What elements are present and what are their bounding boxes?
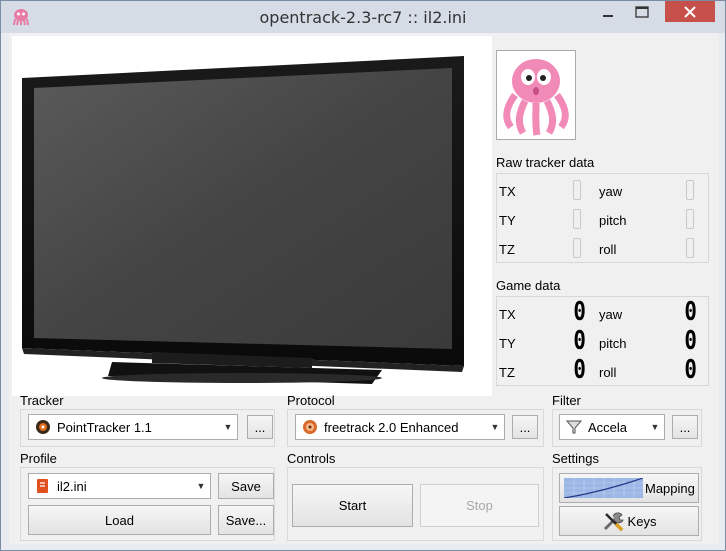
raw-tracker-data-label: Raw tracker data [496, 155, 595, 170]
title-bar: opentrack-2.3-rc7 :: il2.ini [1, 1, 725, 33]
tools-icon [602, 510, 626, 532]
raw-tz-display [573, 238, 581, 258]
raw-pitch-label: pitch [599, 213, 627, 228]
filter-selected: Accela [588, 419, 628, 435]
stop-button[interactable]: Stop [420, 484, 539, 527]
protocol-label: Protocol [287, 393, 335, 408]
save-button[interactable]: Save [218, 473, 274, 499]
game-ty-label: TY [499, 336, 516, 351]
raw-ty-label: TY [499, 213, 516, 228]
minimize-button[interactable] [593, 1, 623, 22]
octopus-logo [496, 50, 576, 140]
filter-select[interactable]: Accela ▼ [559, 414, 665, 440]
game-yaw-value: 0 [684, 297, 697, 327]
settings-label: Settings [552, 451, 599, 466]
raw-roll-display [686, 238, 694, 258]
main-client-area: Raw tracker data TX yaw TY pitch TZ roll… [9, 33, 719, 544]
tracker-label: Tracker [20, 393, 64, 408]
raw-ty-display [573, 209, 581, 229]
protocol-selected: freetrack 2.0 Enhanced [324, 419, 459, 435]
profile-label: Profile [20, 451, 57, 466]
raw-tz-label: TZ [499, 242, 515, 257]
protocol-select[interactable]: freetrack 2.0 Enhanced ▼ [295, 414, 505, 440]
tracker-select[interactable]: PointTracker 1.1 ▼ [28, 414, 238, 440]
game-tx-value: 0 [573, 297, 586, 327]
game-roll-value: 0 [684, 355, 697, 385]
chevron-down-icon: ▼ [196, 481, 206, 491]
game-ty-value: 0 [573, 326, 586, 356]
start-button[interactable]: Start [292, 484, 413, 527]
mapping-button-label: Mapping [645, 480, 695, 496]
funnel-icon [566, 419, 582, 435]
chevron-down-icon: ▼ [650, 422, 660, 432]
load-button[interactable]: Load [28, 505, 211, 535]
raw-tx-display [573, 180, 581, 200]
game-pitch-value: 0 [684, 326, 697, 356]
close-button[interactable] [665, 1, 715, 22]
raw-yaw-label: yaw [599, 184, 623, 199]
freetrack-icon [302, 419, 318, 435]
tracker-selected: PointTracker 1.1 [57, 419, 152, 435]
profile-select[interactable]: il2.ini ▼ [28, 473, 211, 499]
game-yaw-label: yaw [599, 307, 623, 322]
raw-tx-label: TX [499, 184, 516, 199]
game-data-box: TX 0 yaw 0 TY 0 pitch 0 TZ 0 roll 0 [496, 296, 709, 386]
profile-selected: il2.ini [57, 478, 87, 494]
game-tz-label: TZ [499, 365, 515, 380]
keys-button[interactable]: Keys [559, 506, 699, 536]
filter-label: Filter [552, 393, 581, 408]
app-window: opentrack-2.3-rc7 :: il2.ini Raw tracker… [0, 0, 726, 551]
maximize-button[interactable] [627, 1, 657, 22]
keys-button-label: Keys [627, 513, 657, 529]
save-as-button[interactable]: Save... [218, 505, 274, 535]
game-data-label: Game data [496, 278, 561, 293]
profile-file-icon [35, 478, 51, 494]
pose-preview-tv-image [12, 36, 492, 396]
game-roll-label: roll [599, 365, 617, 380]
tracker-settings-button[interactable]: ... [247, 415, 273, 439]
pointtracker-icon [35, 419, 51, 435]
raw-yaw-display [686, 180, 694, 200]
controls-label: Controls [287, 451, 336, 466]
game-tz-value: 0 [573, 355, 586, 385]
raw-pitch-display [686, 209, 694, 229]
mapping-curve-icon [563, 477, 644, 499]
game-tx-label: TX [499, 307, 516, 322]
mapping-button[interactable]: Mapping [559, 473, 699, 503]
raw-tracker-data-box: TX yaw TY pitch TZ roll [496, 173, 709, 263]
raw-roll-label: roll [599, 242, 617, 257]
chevron-down-icon: ▼ [490, 422, 500, 432]
chevron-down-icon: ▼ [223, 422, 233, 432]
filter-settings-button[interactable]: ... [672, 415, 698, 439]
game-pitch-label: pitch [599, 336, 627, 351]
close-icon [684, 5, 696, 18]
protocol-settings-button[interactable]: ... [512, 415, 538, 439]
